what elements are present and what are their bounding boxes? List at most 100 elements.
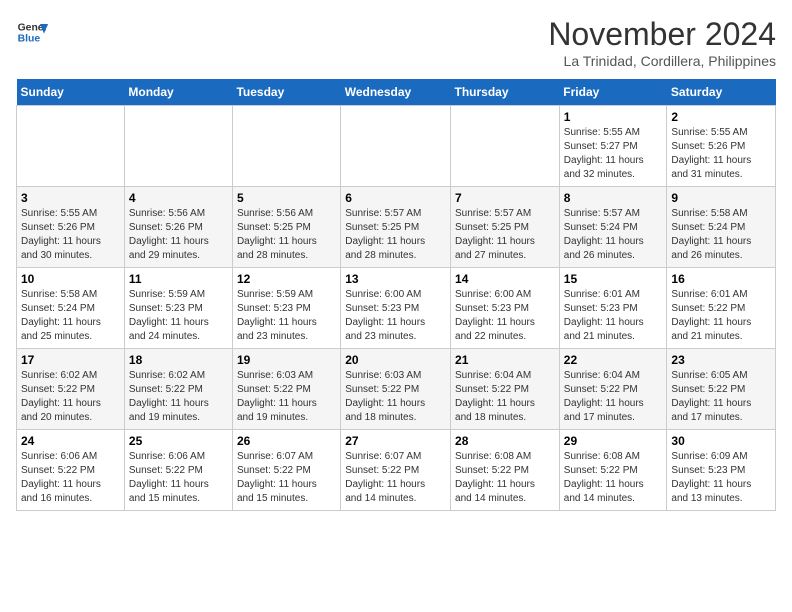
day-info: Sunrise: 5:57 AM Sunset: 5:25 PM Dayligh… — [455, 207, 555, 263]
weekday-header-monday: Monday — [124, 79, 232, 106]
day-number: 18 — [129, 353, 228, 367]
calendar-cell: 16 Sunrise: 6:01 AM Sunset: 5:22 PM Dayli… — [667, 268, 776, 349]
calendar-cell: 23Sunrise: 6:05 AM Sunset: 5:22 PM Dayli… — [667, 349, 776, 430]
day-number: 2 — [671, 110, 771, 124]
calendar-table: SundayMondayTuesdayWednesdayThursdayFrid… — [16, 79, 776, 511]
day-number: 8 — [564, 191, 663, 205]
day-info: Sunrise: 6:04 AM Sunset: 5:22 PM Dayligh… — [455, 369, 555, 425]
day-number: 19 — [237, 353, 336, 367]
calendar-cell: 17 Sunrise: 6:02 AM Sunset: 5:22 PM Dayli… — [17, 349, 125, 430]
day-info: Sunrise: 5:59 AM Sunset: 5:23 PM Dayligh… — [129, 288, 228, 344]
calendar-cell: 4Sunrise: 5:56 AM Sunset: 5:26 PM Daylig… — [124, 187, 232, 268]
logo: General Blue — [16, 16, 48, 48]
calendar-cell — [124, 106, 232, 187]
day-number: 13 — [345, 272, 446, 286]
calendar-cell: 3 Sunrise: 5:55 AM Sunset: 5:26 PM Daylig… — [17, 187, 125, 268]
day-info: Sunrise: 6:04 AM Sunset: 5:22 PM Dayligh… — [564, 369, 663, 425]
day-info: Sunrise: 5:56 AM Sunset: 5:25 PM Dayligh… — [237, 207, 336, 263]
calendar-cell: 8 Sunrise: 5:57 AM Sunset: 5:24 PM Daylig… — [559, 187, 667, 268]
calendar-cell: 15 Sunrise: 6:01 AM Sunset: 5:23 PM Dayli… — [559, 268, 667, 349]
calendar-cell: 20 Sunrise: 6:03 AM Sunset: 5:22 PM Dayli… — [341, 349, 451, 430]
day-number: 6 — [345, 191, 446, 205]
day-number: 25 — [129, 434, 228, 448]
calendar-cell: 13 Sunrise: 6:00 AM Sunset: 5:23 PM Dayli… — [341, 268, 451, 349]
day-info: Sunrise: 6:06 AM Sunset: 5:22 PM Dayligh… — [21, 450, 120, 506]
day-info: Sunrise: 5:55 AM Sunset: 5:26 PM Dayligh… — [671, 126, 771, 182]
day-info: Sunrise: 6:09 AM Sunset: 5:23 PM Dayligh… — [671, 450, 771, 506]
day-number: 5 — [237, 191, 336, 205]
day-info: Sunrise: 5:55 AM Sunset: 5:26 PM Dayligh… — [21, 207, 120, 263]
month-title: November 2024 — [548, 16, 776, 53]
day-number: 3 — [21, 191, 120, 205]
day-info: Sunrise: 5:58 AM Sunset: 5:24 PM Dayligh… — [21, 288, 120, 344]
day-info: Sunrise: 6:05 AM Sunset: 5:22 PM Dayligh… — [671, 369, 771, 425]
calendar-cell — [17, 106, 125, 187]
svg-text:Blue: Blue — [18, 34, 41, 45]
day-info: Sunrise: 6:07 AM Sunset: 5:22 PM Dayligh… — [345, 450, 446, 506]
weekday-header-row: SundayMondayTuesdayWednesdayThursdayFrid… — [17, 79, 776, 106]
calendar-cell: 5 Sunrise: 5:56 AM Sunset: 5:25 PM Daylig… — [232, 187, 340, 268]
day-number: 14 — [455, 272, 555, 286]
day-info: Sunrise: 5:55 AM Sunset: 5:27 PM Dayligh… — [564, 126, 663, 182]
week-row-3: 10 Sunrise: 5:58 AM Sunset: 5:24 PM Dayli… — [17, 268, 776, 349]
day-number: 17 — [21, 353, 120, 367]
weekday-header-sunday: Sunday — [17, 79, 125, 106]
calendar-cell: 29Sunrise: 6:08 AM Sunset: 5:22 PM Dayli… — [559, 430, 667, 511]
day-info: Sunrise: 6:01 AM Sunset: 5:23 PM Dayligh… — [564, 288, 663, 344]
day-info: Sunrise: 6:02 AM Sunset: 5:22 PM Dayligh… — [129, 369, 228, 425]
weekday-header-thursday: Thursday — [451, 79, 560, 106]
day-number: 24 — [21, 434, 120, 448]
day-number: 20 — [345, 353, 446, 367]
week-row-4: 17 Sunrise: 6:02 AM Sunset: 5:22 PM Dayli… — [17, 349, 776, 430]
day-number: 4 — [129, 191, 228, 205]
day-info: Sunrise: 6:03 AM Sunset: 5:22 PM Dayligh… — [345, 369, 446, 425]
calendar-cell: 19 Sunrise: 6:03 AM Sunset: 5:22 PM Dayli… — [232, 349, 340, 430]
day-info: Sunrise: 6:02 AM Sunset: 5:22 PM Dayligh… — [21, 369, 120, 425]
calendar-cell: 21Sunrise: 6:04 AM Sunset: 5:22 PM Dayli… — [451, 349, 560, 430]
calendar-cell: 24 Sunrise: 6:06 AM Sunset: 5:22 PM Dayli… — [17, 430, 125, 511]
calendar-cell: 6 Sunrise: 5:57 AM Sunset: 5:25 PM Daylig… — [341, 187, 451, 268]
day-info: Sunrise: 6:01 AM Sunset: 5:22 PM Dayligh… — [671, 288, 771, 344]
day-number: 7 — [455, 191, 555, 205]
weekday-header-friday: Friday — [559, 79, 667, 106]
calendar-cell — [341, 106, 451, 187]
day-number: 9 — [671, 191, 771, 205]
day-info: Sunrise: 6:03 AM Sunset: 5:22 PM Dayligh… — [237, 369, 336, 425]
page-header: General Blue November 2024 La Trinidad, … — [16, 16, 776, 69]
calendar-cell — [451, 106, 560, 187]
day-number: 11 — [129, 272, 228, 286]
week-row-5: 24 Sunrise: 6:06 AM Sunset: 5:22 PM Dayli… — [17, 430, 776, 511]
day-info: Sunrise: 5:57 AM Sunset: 5:24 PM Dayligh… — [564, 207, 663, 263]
day-number: 27 — [345, 434, 446, 448]
calendar-cell: 28Sunrise: 6:08 AM Sunset: 5:22 PM Dayli… — [451, 430, 560, 511]
calendar-cell: 9 Sunrise: 5:58 AM Sunset: 5:24 PM Daylig… — [667, 187, 776, 268]
weekday-header-saturday: Saturday — [667, 79, 776, 106]
day-number: 15 — [564, 272, 663, 286]
calendar-cell: 12Sunrise: 5:59 AM Sunset: 5:23 PM Dayli… — [232, 268, 340, 349]
day-info: Sunrise: 5:58 AM Sunset: 5:24 PM Dayligh… — [671, 207, 771, 263]
title-section: November 2024 La Trinidad, Cordillera, P… — [548, 16, 776, 69]
day-info: Sunrise: 6:06 AM Sunset: 5:22 PM Dayligh… — [129, 450, 228, 506]
day-number: 22 — [564, 353, 663, 367]
day-number: 28 — [455, 434, 555, 448]
week-row-2: 3 Sunrise: 5:55 AM Sunset: 5:26 PM Daylig… — [17, 187, 776, 268]
day-info: Sunrise: 5:57 AM Sunset: 5:25 PM Dayligh… — [345, 207, 446, 263]
calendar-cell: 1 Sunrise: 5:55 AM Sunset: 5:27 PM Daylig… — [559, 106, 667, 187]
calendar-cell: 18 Sunrise: 6:02 AM Sunset: 5:22 PM Dayli… — [124, 349, 232, 430]
day-info: Sunrise: 5:59 AM Sunset: 5:23 PM Dayligh… — [237, 288, 336, 344]
logo-icon: General Blue — [16, 16, 48, 48]
day-number: 16 — [671, 272, 771, 286]
day-number: 30 — [671, 434, 771, 448]
calendar-cell: 11 Sunrise: 5:59 AM Sunset: 5:23 PM Dayli… — [124, 268, 232, 349]
weekday-header-tuesday: Tuesday — [232, 79, 340, 106]
calendar-cell: 26Sunrise: 6:07 AM Sunset: 5:22 PM Dayli… — [232, 430, 340, 511]
calendar-cell: 14 Sunrise: 6:00 AM Sunset: 5:23 PM Dayli… — [451, 268, 560, 349]
day-number: 1 — [564, 110, 663, 124]
location: La Trinidad, Cordillera, Philippines — [548, 53, 776, 69]
day-info: Sunrise: 6:00 AM Sunset: 5:23 PM Dayligh… — [345, 288, 446, 344]
calendar-cell: 30 Sunrise: 6:09 AM Sunset: 5:23 PM Dayli… — [667, 430, 776, 511]
week-row-1: 1 Sunrise: 5:55 AM Sunset: 5:27 PM Daylig… — [17, 106, 776, 187]
calendar-cell — [232, 106, 340, 187]
day-number: 10 — [21, 272, 120, 286]
day-info: Sunrise: 6:00 AM Sunset: 5:23 PM Dayligh… — [455, 288, 555, 344]
